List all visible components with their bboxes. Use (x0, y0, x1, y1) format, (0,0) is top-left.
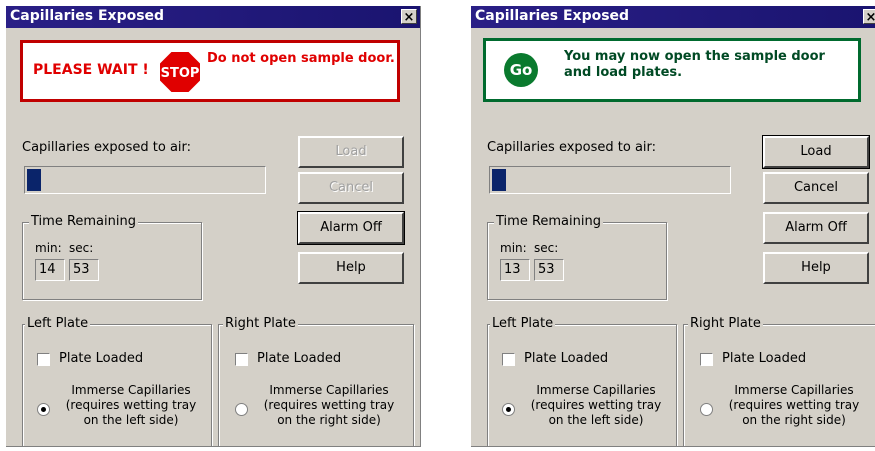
right-plate-loaded-label: Plate Loaded (257, 351, 342, 366)
left-immerse-label: Immerse Capillaries (71, 383, 191, 397)
right-plate-loaded-checkbox[interactable] (235, 353, 248, 366)
cancel-button[interactable]: Cancel (298, 172, 404, 204)
please-wait-text: PLEASE WAIT ! (33, 62, 149, 78)
exposure-progress-bar (489, 166, 731, 194)
radio-selected-dot (506, 407, 511, 412)
title-bar: Capillaries Exposed × (471, 6, 875, 28)
time-remaining-label: Time Remaining (494, 214, 603, 229)
help-button[interactable]: Help (763, 252, 869, 284)
right-plate-group: Right Plate Plate Loaded Immerse Capilla… (683, 316, 875, 446)
right-immerse-label: Immerse Capillaries (269, 383, 389, 397)
progress-fill (492, 169, 506, 191)
right-immerse-note-2: on the right side) (742, 413, 846, 427)
status-banner-go: Go You may now open the sample door and … (483, 38, 861, 102)
minutes-field: 14 (35, 259, 65, 281)
capillaries-exposed-label: Capillaries exposed to air: (487, 140, 657, 155)
left-immerse-note-2: on the left side) (548, 413, 644, 427)
left-plate-loaded-checkbox[interactable] (502, 353, 515, 366)
banner-message: Do not open sample door. (207, 51, 395, 66)
time-remaining-group: Time Remaining min: sec: 13 53 (487, 214, 667, 300)
banner-message: You may now open the sample door and loa… (564, 49, 825, 80)
progress-fill (27, 169, 41, 191)
dialog-title: Capillaries Exposed (475, 8, 630, 24)
load-button[interactable]: Load (762, 135, 870, 169)
right-plate-label: Right Plate (223, 316, 298, 331)
left-plate-label: Left Plate (490, 316, 556, 331)
minutes-field: 13 (500, 259, 530, 281)
left-plate-group: Left Plate Plate Loaded Immerse Capillar… (487, 316, 677, 446)
close-icon[interactable]: × (863, 9, 875, 25)
dialog-capillaries-exposed-go: Capillaries Exposed × Go You may now ope… (471, 6, 875, 447)
capillaries-exposed-label: Capillaries exposed to air: (22, 140, 192, 155)
stop-sign-text: STOP (161, 66, 200, 81)
left-plate-label: Left Plate (25, 316, 91, 331)
min-label: min: (500, 241, 527, 255)
right-plate-loaded-label: Plate Loaded (722, 351, 807, 366)
time-remaining-label: Time Remaining (29, 214, 138, 229)
seconds-field: 53 (69, 259, 99, 281)
sec-label: sec: (69, 241, 94, 255)
load-button[interactable]: Load (298, 136, 404, 168)
cancel-button[interactable]: Cancel (763, 172, 869, 204)
status-banner-stop: PLEASE WAIT ! STOP Do not open sample do… (20, 40, 400, 102)
sec-label: sec: (534, 241, 559, 255)
left-immerse-note-1: (requires wetting tray (530, 398, 662, 412)
min-label: min: (35, 241, 62, 255)
left-immerse-radio[interactable] (37, 403, 50, 416)
right-immerse-note-2: on the right side) (277, 413, 381, 427)
left-immerse-label: Immerse Capillaries (536, 383, 656, 397)
right-immerse-radio[interactable] (700, 403, 713, 416)
go-icon: Go (504, 53, 538, 87)
left-plate-loaded-checkbox[interactable] (37, 353, 50, 366)
seconds-field: 53 (534, 259, 564, 281)
right-plate-label: Right Plate (688, 316, 763, 331)
right-plate-loaded-checkbox[interactable] (700, 353, 713, 366)
right-plate-group: Right Plate Plate Loaded Immerse Capilla… (218, 316, 414, 446)
left-immerse-radio[interactable] (502, 403, 515, 416)
left-plate-loaded-label: Plate Loaded (59, 351, 144, 366)
left-plate-group: Left Plate Plate Loaded Immerse Capillar… (22, 316, 212, 446)
time-remaining-group: Time Remaining min: sec: 14 53 (22, 214, 202, 300)
dialog-capillaries-exposed-wait: Capillaries Exposed × PLEASE WAIT ! STOP… (6, 6, 421, 447)
right-immerse-note-1: (requires wetting tray (728, 398, 860, 412)
stop-sign-icon: STOP (158, 50, 202, 94)
left-immerse-note-1: (requires wetting tray (65, 398, 197, 412)
alarm-off-button[interactable]: Alarm Off (763, 212, 869, 244)
help-button[interactable]: Help (298, 252, 404, 284)
right-immerse-label: Immerse Capillaries (734, 383, 854, 397)
right-immerse-note-1: (requires wetting tray (263, 398, 395, 412)
alarm-off-button[interactable]: Alarm Off (297, 211, 405, 245)
close-icon[interactable]: × (401, 9, 417, 25)
exposure-progress-bar (24, 166, 266, 194)
right-immerse-radio[interactable] (235, 403, 248, 416)
title-bar: Capillaries Exposed × (6, 6, 420, 28)
left-immerse-note-2: on the left side) (83, 413, 179, 427)
dialog-title: Capillaries Exposed (10, 8, 165, 24)
radio-selected-dot (41, 407, 46, 412)
left-plate-loaded-label: Plate Loaded (524, 351, 609, 366)
